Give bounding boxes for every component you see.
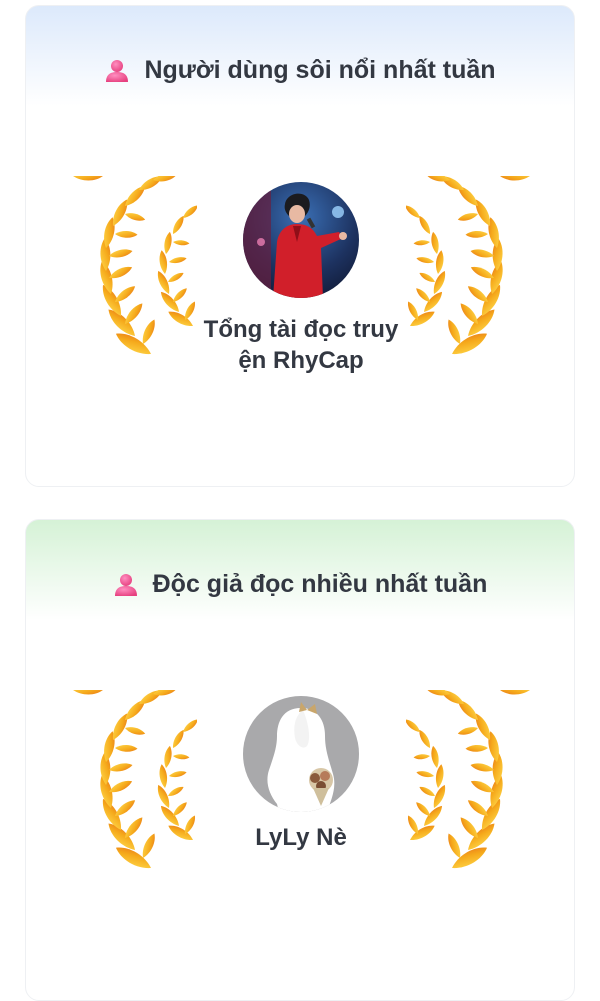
laurel-right-icon <box>406 690 530 875</box>
card-header: Người dùng sôi nổi nhất tuần <box>26 56 574 85</box>
avatar[interactable] <box>243 182 359 298</box>
card-title: Người dùng sôi nổi nhất tuần <box>144 56 496 84</box>
card-header: Độc giả đọc nhiều nhất tuần <box>26 570 574 599</box>
user-icon <box>114 573 137 596</box>
laurel-left-icon <box>73 690 197 875</box>
laurel-left-icon <box>73 176 197 361</box>
user-name[interactable]: Tổng tài đọc truyện RhyCap <box>201 314 401 376</box>
top-reader-card: Độc giả đọc nhiều nhất tuần LyLy Nè <box>25 519 575 1001</box>
avatar[interactable] <box>243 696 359 812</box>
user-name[interactable]: LyLy Nè <box>201 822 401 853</box>
card-title: Độc giả đọc nhiều nhất tuần <box>152 570 488 598</box>
top-active-user-card: Người dùng sôi nổi nhất tuần Tổng tài đọ… <box>25 5 575 487</box>
laurel-right-icon <box>406 176 530 361</box>
user-icon <box>106 59 129 82</box>
